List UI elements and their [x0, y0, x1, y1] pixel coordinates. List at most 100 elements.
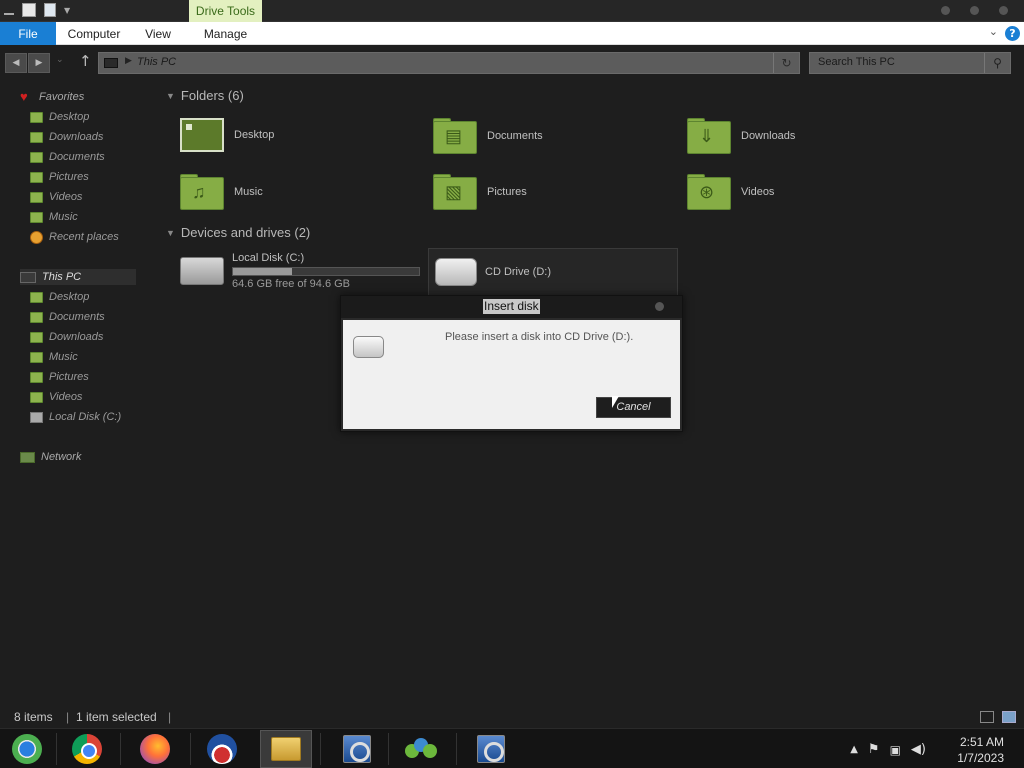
- status-bar: 8 items | 1 item selected |: [0, 708, 1024, 728]
- tab-view[interactable]: View: [134, 22, 182, 45]
- nav-label: Desktop: [49, 111, 90, 123]
- network-tray-icon[interactable]: ▣: [890, 743, 901, 757]
- nav-pc-videos[interactable]: Videos: [30, 389, 82, 405]
- hard-disk-icon: [30, 411, 43, 423]
- qat-dropdown-icon[interactable]: ▼: [64, 6, 70, 15]
- taskbar-obama[interactable]: [197, 730, 247, 768]
- details-view-icon[interactable]: [980, 711, 994, 723]
- devices-group-header[interactable]: ▼ Devices and drives (2): [166, 225, 310, 240]
- tab-file[interactable]: File: [0, 22, 56, 45]
- taskbar-firefox[interactable]: [130, 730, 180, 768]
- back-button[interactable]: ◀: [5, 53, 27, 73]
- drive-cd-d[interactable]: CD Drive (D:): [435, 258, 551, 286]
- start-button[interactable]: [2, 730, 52, 768]
- desktop-icon: [180, 118, 224, 152]
- title-bar: ▼ Drive Tools: [0, 0, 1024, 22]
- nav-label: Documents: [49, 311, 105, 323]
- dialog-close-button[interactable]: [655, 302, 664, 311]
- maximize-button[interactable]: [970, 6, 979, 15]
- properties-icon[interactable]: [22, 3, 36, 17]
- address-bar[interactable]: ▶ This PC ↻: [98, 52, 800, 74]
- nav-fav-music[interactable]: Music: [30, 209, 78, 225]
- tab-manage[interactable]: Manage: [189, 22, 262, 45]
- documents-folder-icon: [30, 311, 43, 323]
- nav-label: Pictures: [49, 171, 89, 183]
- folders-group-header[interactable]: ▼ Folders (6): [166, 88, 244, 103]
- nav-fav-documents[interactable]: Documents: [30, 149, 105, 165]
- folder-videos[interactable]: ⊛ Videos: [687, 174, 774, 210]
- taskbar-chrome[interactable]: [62, 730, 112, 768]
- nav-pc-local-disk[interactable]: Local Disk (C:): [30, 409, 121, 425]
- capacity-bar-fill: [233, 268, 292, 275]
- new-folder-icon[interactable]: [44, 3, 56, 17]
- music-folder-icon: ♫: [180, 174, 224, 210]
- nav-this-pc-label: This PC: [42, 271, 82, 283]
- up-button[interactable]: ↑: [79, 52, 92, 70]
- search-input[interactable]: Search This PC: [818, 56, 895, 68]
- documents-folder-icon: [30, 151, 43, 163]
- volume-icon[interactable]: ◀): [911, 742, 926, 757]
- breadcrumb-arrow-icon[interactable]: ▶: [125, 56, 132, 66]
- folder-downloads[interactable]: ⇓ Downloads: [687, 118, 795, 154]
- nav-fav-downloads[interactable]: Downloads: [30, 129, 103, 145]
- breadcrumb-this-pc[interactable]: This PC: [137, 56, 176, 68]
- minimize-button[interactable]: [941, 6, 950, 15]
- taskbar-setup-1[interactable]: [332, 730, 382, 768]
- nav-label: Videos: [49, 191, 83, 203]
- nav-favorites[interactable]: ♥ Favorites: [20, 89, 84, 105]
- taskbar-clock[interactable]: 2:51 AM 1/7/2023: [957, 734, 1004, 766]
- nav-fav-desktop[interactable]: Desktop: [30, 109, 89, 125]
- show-hidden-icons-icon[interactable]: ▲: [850, 744, 858, 755]
- folder-desktop[interactable]: Desktop: [180, 118, 274, 152]
- nav-fav-videos[interactable]: Videos: [30, 189, 82, 205]
- status-separator: |: [66, 710, 70, 724]
- collapse-icon[interactable]: ▼: [166, 91, 175, 101]
- folder-documents[interactable]: ▤ Documents: [433, 118, 543, 154]
- action-center-flag-icon[interactable]: ⚑: [868, 742, 880, 757]
- taskbar-file-explorer[interactable]: [260, 730, 312, 768]
- nav-fav-pictures[interactable]: Pictures: [30, 169, 89, 185]
- drive-info: Local Disk (C:) 64.6 GB free of 94.6 GB: [232, 252, 420, 290]
- large-icons-view-icon[interactable]: [1002, 711, 1016, 723]
- nav-this-pc[interactable]: This PC: [20, 269, 136, 285]
- folders-group-label: Folders (6): [180, 88, 244, 103]
- forward-button[interactable]: ▶: [28, 53, 50, 73]
- folder-music[interactable]: ♫ Music: [180, 174, 263, 210]
- collapse-icon[interactable]: ▼: [166, 228, 175, 238]
- folder-pictures[interactable]: ▧ Pictures: [433, 174, 527, 210]
- folder-label: Documents: [487, 130, 543, 142]
- nav-fav-recent-places[interactable]: Recent places: [30, 229, 119, 245]
- nav-network[interactable]: Network: [20, 449, 81, 465]
- quick-access-toolbar: ▼: [4, 3, 70, 17]
- nav-pc-downloads[interactable]: Downloads: [30, 329, 103, 345]
- search-box[interactable]: Search This PC ⚲: [809, 52, 1011, 74]
- nav-pc-music[interactable]: Music: [30, 349, 78, 365]
- nav-label: Pictures: [49, 371, 89, 383]
- taskbar-people[interactable]: [396, 730, 446, 768]
- tab-computer[interactable]: Computer: [62, 22, 126, 45]
- refresh-icon[interactable]: ↻: [773, 53, 799, 73]
- nav-pc-documents[interactable]: Documents: [30, 309, 105, 325]
- recent-locations-icon[interactable]: ⌄: [56, 55, 64, 65]
- nav-pc-pictures[interactable]: Pictures: [30, 369, 89, 385]
- nav-pc-desktop[interactable]: Desktop: [30, 289, 89, 305]
- recent-places-icon: [30, 230, 43, 244]
- view-switcher: [980, 711, 1016, 723]
- taskbar-separator: [320, 733, 321, 765]
- window-menu-icon[interactable]: [4, 5, 14, 15]
- people-icon: [405, 736, 437, 762]
- downloads-folder-icon: [30, 131, 43, 143]
- capacity-bar: [232, 267, 420, 276]
- system-tray: ▲ ⚑ ▣ ◀): [850, 742, 926, 757]
- ribbon-tabs: File Computer View Manage ⌄ ?: [0, 22, 1024, 45]
- taskbar-setup-2[interactable]: [466, 730, 516, 768]
- help-icon[interactable]: ?: [1005, 26, 1020, 41]
- dialog-title-bar[interactable]: Insert disk: [341, 296, 682, 318]
- chromeos-icon: [12, 734, 42, 764]
- cd-drive-icon: [435, 258, 477, 286]
- expand-ribbon-icon[interactable]: ⌄: [989, 25, 998, 38]
- cancel-button[interactable]: Cancel: [596, 397, 671, 418]
- search-icon[interactable]: ⚲: [984, 53, 1010, 73]
- close-button[interactable]: [999, 6, 1008, 15]
- drive-local-disk-c[interactable]: Local Disk (C:) 64.6 GB free of 94.6 GB: [180, 252, 420, 290]
